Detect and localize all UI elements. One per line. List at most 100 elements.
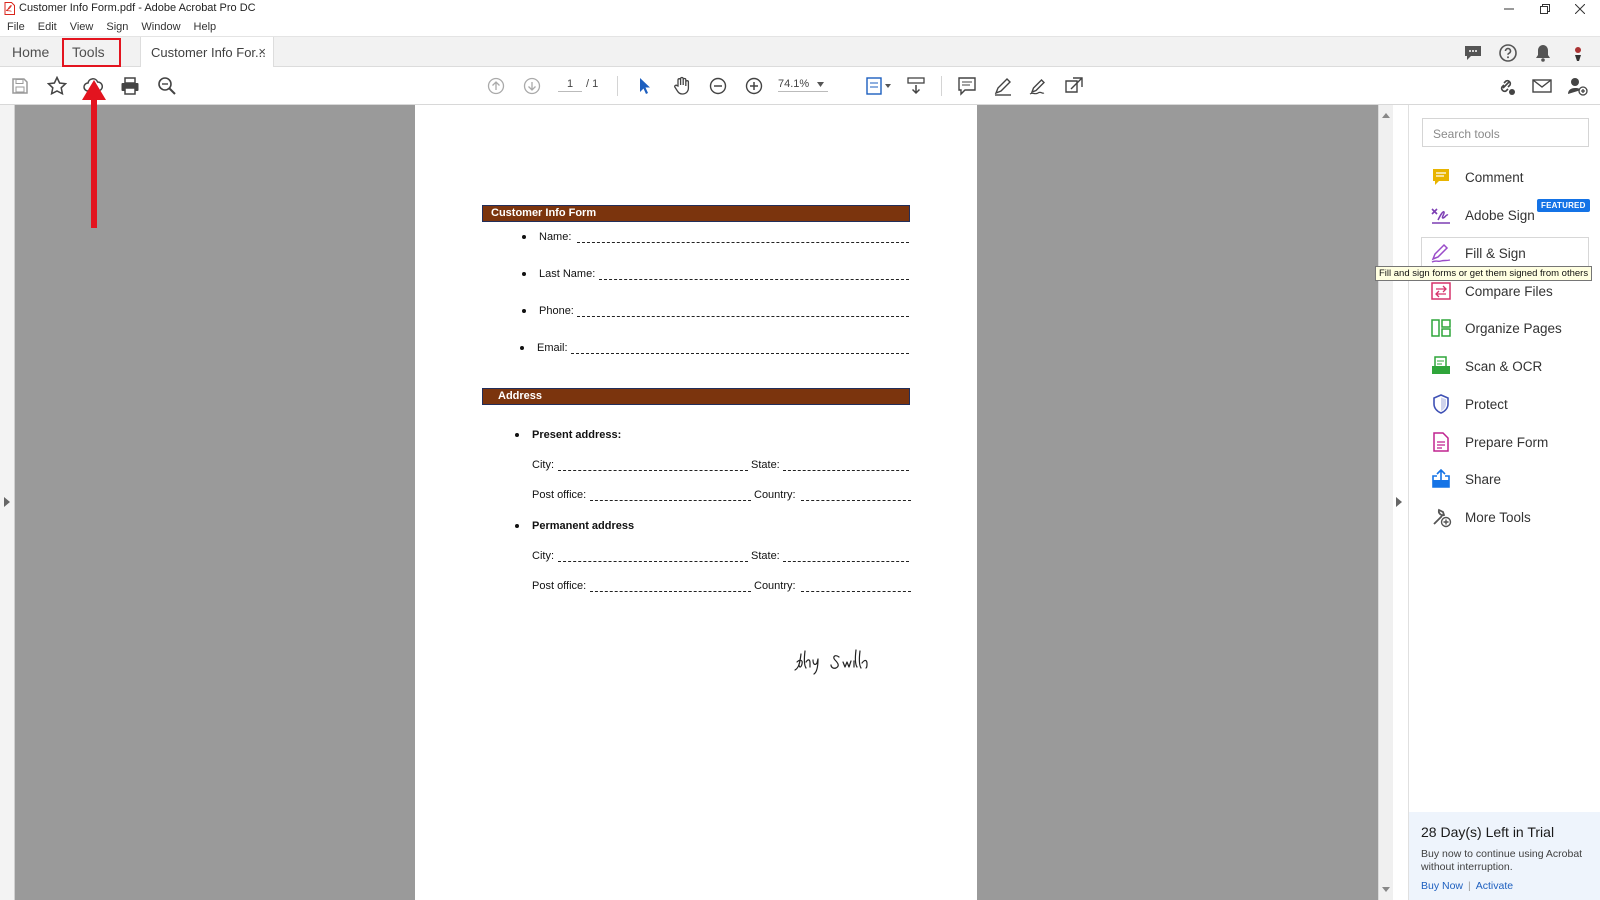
scroll-up-arrow-icon[interactable] — [1382, 113, 1390, 118]
tool-scan-ocr[interactable]: Scan & OCR — [1421, 349, 1589, 383]
field-label-phone: Phone: — [539, 305, 574, 317]
page-fit-icon[interactable] — [862, 74, 896, 98]
post-office-field-line[interactable] — [590, 500, 751, 501]
email-field-line[interactable] — [571, 353, 909, 354]
country-label: Country: — [754, 489, 796, 501]
state-field-line[interactable] — [783, 470, 909, 471]
add-user-icon[interactable] — [1566, 74, 1590, 98]
toolbar-divider — [617, 76, 618, 96]
restore-button[interactable] — [1530, 0, 1560, 18]
chat-icon[interactable] — [1462, 42, 1484, 64]
tool-label: Scan & OCR — [1465, 358, 1543, 374]
search-tools-input[interactable]: Search tools — [1422, 118, 1589, 147]
search-zoom-icon[interactable] — [155, 74, 179, 98]
country-field-line[interactable] — [801, 591, 911, 592]
tool-prepare-form[interactable]: Prepare Form — [1421, 425, 1589, 459]
window-title: Customer Info Form.pdf - Adobe Acrobat P… — [19, 2, 256, 14]
zoom-in-icon[interactable] — [742, 74, 766, 98]
state-field-line[interactable] — [783, 561, 909, 562]
menu-edit[interactable]: Edit — [38, 21, 57, 33]
state-label: State: — [751, 459, 780, 471]
tool-organize-pages[interactable]: Organize Pages — [1421, 311, 1589, 345]
zoom-out-icon[interactable] — [706, 74, 730, 98]
tool-label: Compare Files — [1465, 283, 1553, 299]
previous-page-icon[interactable] — [484, 74, 508, 98]
tool-more-tools[interactable]: More Tools — [1421, 500, 1589, 534]
chevron-down-icon — [817, 82, 824, 87]
menu-view[interactable]: View — [70, 21, 94, 33]
zoom-level-select[interactable]: 74.1% — [778, 78, 828, 92]
vertical-scrollbar[interactable] — [1378, 105, 1393, 900]
menu-file[interactable]: File — [7, 21, 25, 33]
city-field-line[interactable] — [558, 470, 748, 471]
tool-label: Protect — [1465, 396, 1508, 412]
last-name-field-line[interactable] — [599, 279, 909, 280]
expand-left-panel-icon[interactable] — [4, 497, 10, 507]
field-label-last-name: Last Name: — [539, 268, 596, 280]
post-office-field-line[interactable] — [590, 591, 751, 592]
scroll-down-arrow-icon[interactable] — [1382, 887, 1390, 892]
share-link-icon[interactable] — [1063, 74, 1087, 98]
document-tab-label: Customer Info For... — [151, 44, 266, 60]
share-icon — [1429, 467, 1453, 491]
avatar[interactable] — [1567, 42, 1589, 64]
tab-bar: Home Tools Customer Info For... × — [0, 36, 1600, 67]
menu-help[interactable]: Help — [194, 21, 217, 33]
tool-label: Organize Pages — [1465, 320, 1562, 336]
page-total: / 1 — [586, 78, 599, 90]
menu-window[interactable]: Window — [141, 21, 180, 33]
tool-fill-sign[interactable]: Fill & Sign — [1421, 236, 1589, 270]
present-address-label: Present address: — [532, 429, 622, 441]
bookmark-star-icon[interactable] — [45, 74, 69, 98]
trial-message: Buy now to continue using Acrobat withou… — [1421, 848, 1583, 873]
protect-icon — [1429, 392, 1453, 416]
name-field-line[interactable] — [577, 242, 909, 243]
adobe-sign-icon — [1429, 203, 1453, 227]
tools-pane: Search tools Comment Adobe Sign FEATURED… — [1408, 105, 1600, 900]
activate-link[interactable]: Activate — [1476, 880, 1513, 892]
close-window-button[interactable] — [1565, 0, 1595, 18]
minimize-button[interactable] — [1494, 0, 1524, 18]
tool-label: Comment — [1465, 169, 1524, 185]
tool-comment[interactable]: Comment — [1421, 160, 1589, 194]
hand-tool-icon[interactable] — [670, 74, 694, 98]
select-cursor-icon[interactable] — [633, 74, 657, 98]
bullet — [522, 272, 526, 276]
tool-label: Prepare Form — [1465, 434, 1549, 450]
notification-bell-icon[interactable] — [1532, 42, 1554, 64]
tool-label: Fill & Sign — [1465, 245, 1526, 261]
comment-icon — [1429, 165, 1453, 189]
buy-now-link[interactable]: Buy Now — [1421, 880, 1463, 892]
collapse-right-panel-icon[interactable] — [1396, 497, 1402, 507]
next-page-icon[interactable] — [520, 74, 544, 98]
close-tab-icon[interactable]: × — [258, 44, 266, 59]
toolbar-divider — [941, 76, 942, 96]
tab-home[interactable]: Home — [12, 37, 49, 67]
comment-icon[interactable] — [955, 74, 979, 98]
highlighter-icon[interactable] — [991, 74, 1015, 98]
link-icon[interactable] — [1494, 74, 1518, 98]
page-number-input[interactable]: 1 — [558, 78, 582, 92]
menu-sign[interactable]: Sign — [106, 21, 128, 33]
title-bar: Customer Info Form.pdf - Adobe Acrobat P… — [0, 0, 1600, 18]
tool-label: Adobe Sign — [1465, 207, 1535, 223]
help-icon[interactable] — [1497, 42, 1519, 64]
tool-protect[interactable]: Protect — [1421, 387, 1589, 421]
city-field-line[interactable] — [558, 561, 748, 562]
sign-pen-icon[interactable] — [1027, 74, 1051, 98]
tab-document[interactable]: Customer Info For... × — [140, 37, 274, 67]
country-field-line[interactable] — [801, 500, 911, 501]
print-icon[interactable] — [118, 74, 142, 98]
bullet — [522, 235, 526, 239]
save-icon[interactable] — [8, 74, 32, 98]
scroll-mode-icon[interactable] — [902, 74, 930, 98]
phone-field-line[interactable] — [577, 316, 909, 317]
organize-pages-icon — [1429, 316, 1453, 340]
tool-share[interactable]: Share — [1421, 462, 1589, 496]
email-icon[interactable] — [1530, 74, 1554, 98]
post-office-label: Post office: — [532, 580, 587, 592]
field-label-email: Email: — [537, 342, 568, 354]
field-label-name: Name: — [539, 231, 572, 243]
fill-sign-icon — [1429, 241, 1453, 265]
country-label: Country: — [754, 580, 796, 592]
